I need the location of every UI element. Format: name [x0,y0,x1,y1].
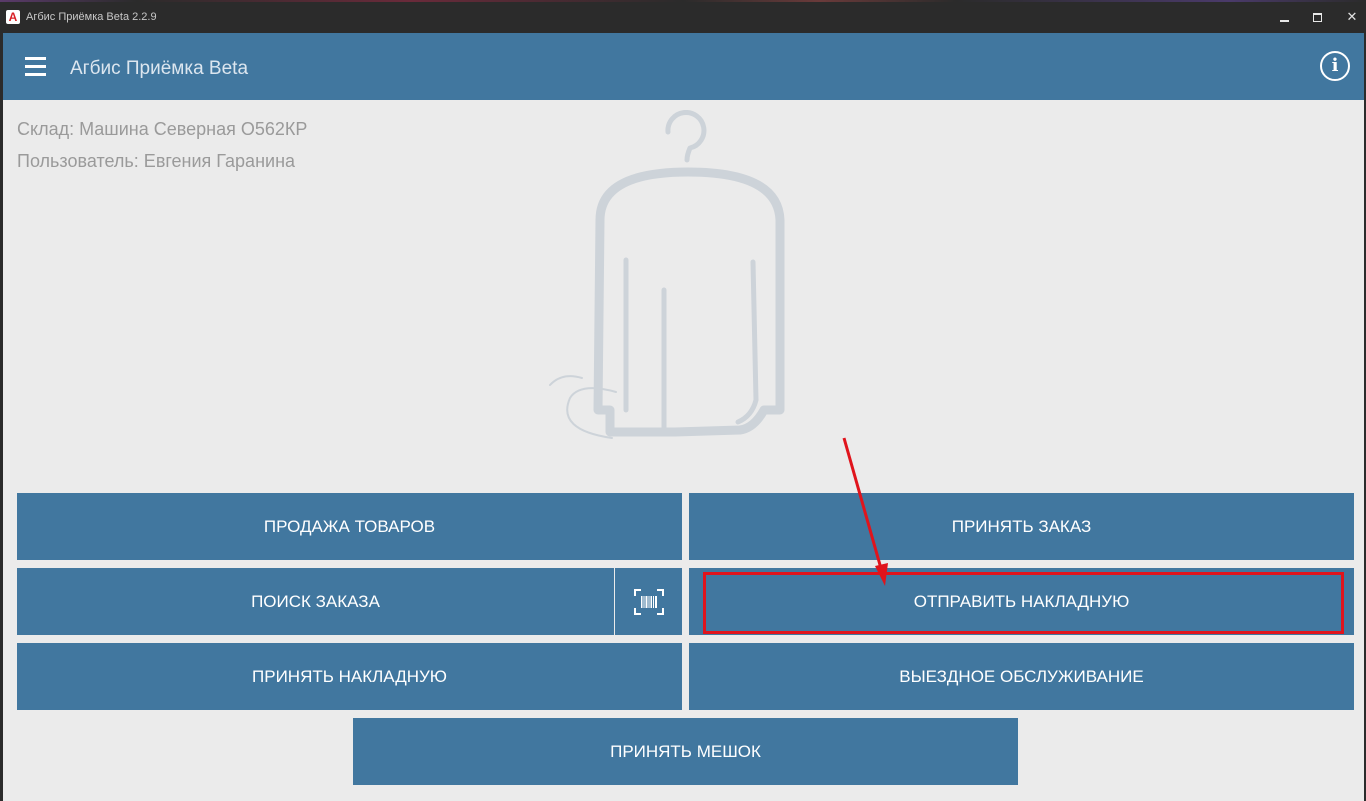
window-titlebar: A Агбис Приёмка Beta 2.2.9 ✕ [0,0,1366,34]
accept-bag-button[interactable]: ПРИНЯТЬ МЕШОК [353,718,1018,785]
barcode-scan-button[interactable] [615,568,682,635]
barcode-scan-icon [633,588,664,615]
titlebar-stripe [0,0,1366,2]
window-title: Агбис Приёмка Beta 2.2.9 [26,11,157,23]
accept-order-button[interactable]: ПРИНЯТЬ ЗАКАЗ [689,493,1354,560]
minimize-icon [1280,20,1289,22]
minimize-button[interactable] [1268,0,1302,34]
info-icon[interactable]: i [1320,51,1350,81]
app-title: Агбис Приёмка Beta [70,58,249,79]
field-service-button[interactable]: ВЫЕЗДНОЕ ОБСЛУЖИВАНИЕ [689,643,1354,710]
send-invoice-button[interactable]: ОТПРАВИТЬ НАКЛАДНУЮ [689,568,1354,635]
app-logo-icon: A [6,10,20,24]
maximize-button[interactable] [1301,0,1335,34]
store-label: Склад: Машина Северная О562КР [17,119,308,139]
close-icon: ✕ [1346,9,1358,24]
sale-button[interactable]: ПРОДАЖА ТОВАРОВ [17,493,682,560]
hamburger-menu-icon[interactable] [25,57,47,77]
maximize-icon [1313,13,1322,22]
user-label: Пользователь: Евгения Гаранина [17,151,296,171]
window-left-border [0,34,3,801]
accept-invoice-button[interactable]: ПРИНЯТЬ НАКЛАДНУЮ [17,643,682,710]
search-order-button[interactable]: ПОИСК ЗАКАЗА [17,568,614,635]
app-bar: Агбис Приёмка Beta i [3,33,1364,100]
close-button[interactable]: ✕ [1335,0,1366,34]
garment-hanger-illustration [549,110,785,439]
